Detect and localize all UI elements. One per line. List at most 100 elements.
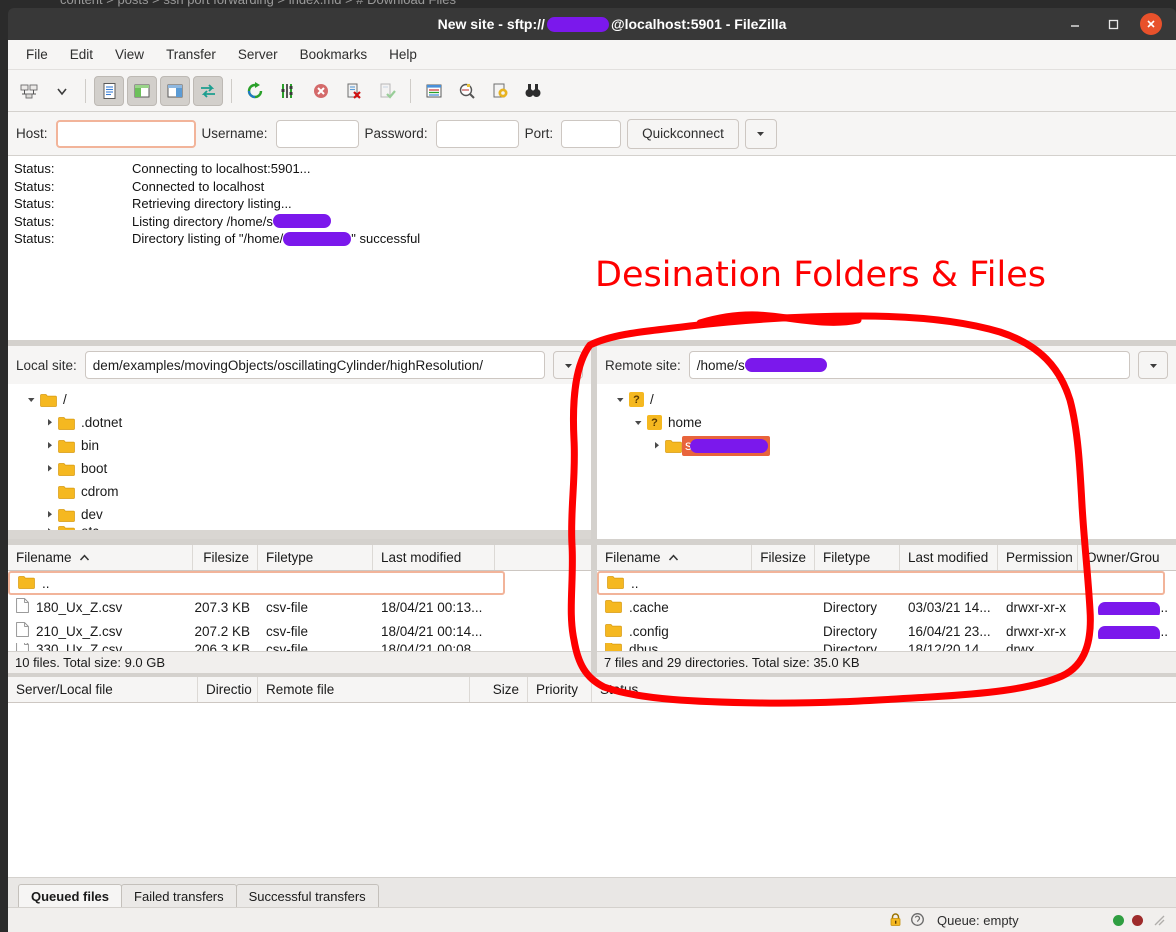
- chevron-right-icon[interactable]: [40, 510, 58, 519]
- menu-view[interactable]: View: [105, 43, 154, 66]
- local-tree-hscrollbar[interactable]: [8, 530, 591, 539]
- cell-text: dbus: [629, 643, 659, 651]
- chevron-down-icon[interactable]: [47, 76, 77, 106]
- cell-lastmodified: 18/04/21 00:08: [381, 643, 472, 651]
- list-item[interactable]: dbus Directory 18/12/20 14 drwx: [597, 643, 1176, 651]
- list-item[interactable]: ..: [8, 571, 505, 595]
- column-header-direction[interactable]: Directio: [198, 677, 258, 702]
- column-header-filesize[interactable]: Filesize: [193, 545, 258, 570]
- remote-path-input[interactable]: /home/s: [688, 351, 1130, 379]
- toggle-message-log-icon[interactable]: [94, 75, 124, 106]
- tab-successful-transfers[interactable]: Successful transfers: [235, 884, 379, 907]
- tree-item-dev[interactable]: dev: [8, 503, 591, 526]
- minimize-icon[interactable]: [1064, 13, 1086, 35]
- tree-item-cdrom[interactable]: cdrom: [8, 480, 591, 503]
- log-key: Status:: [14, 213, 55, 229]
- tree-item-remote-user[interactable]: s: [597, 434, 1176, 457]
- tab-failed-transfers[interactable]: Failed transfers: [121, 884, 237, 907]
- compare-directories-icon[interactable]: [452, 76, 482, 106]
- remote-list-body[interactable]: .. .cache Directory 03/03/21 14... drwxr…: [597, 571, 1176, 651]
- synchronized-browsing-icon[interactable]: [485, 76, 515, 106]
- cancel-icon[interactable]: [306, 76, 336, 106]
- password-input[interactable]: [435, 119, 519, 148]
- tree-item-root[interactable]: /: [8, 388, 591, 411]
- local-list-body[interactable]: .. 180_Ux_Z.csv 207.3 KB csv-file 18/04/…: [8, 571, 591, 651]
- remote-file-list[interactable]: Filename Filesize Filetype Last modified…: [597, 545, 1176, 673]
- chevron-down-icon[interactable]: [629, 418, 647, 427]
- tree-item-remote-home[interactable]: ? home: [597, 411, 1176, 434]
- column-header-filesize[interactable]: Filesize: [752, 545, 815, 570]
- port-input[interactable]: [561, 119, 622, 148]
- local-path-input[interactable]: dem/examples/movingObjects/oscillatingCy…: [84, 351, 545, 379]
- cell-filename: ..: [599, 575, 752, 592]
- column-header-status[interactable]: Status: [592, 677, 1176, 702]
- local-file-list[interactable]: Filename Filesize Filetype Last modified: [8, 545, 591, 673]
- tab-queued-files[interactable]: Queued files: [18, 884, 123, 907]
- column-header-priority[interactable]: Priority: [528, 677, 592, 702]
- remote-path-dropdown[interactable]: [1138, 351, 1168, 379]
- disconnect-icon[interactable]: [339, 76, 369, 106]
- list-item[interactable]: .config Directory 16/04/21 23... drwxr-x…: [597, 619, 1176, 643]
- screen: content > posts > ssh port forwarding > …: [0, 0, 1176, 932]
- redaction-owner: [1098, 625, 1160, 639]
- local-path-dropdown[interactable]: [553, 351, 583, 379]
- remote-directory-tree[interactable]: ? / ? home s: [597, 384, 1176, 539]
- search-remote-files-icon[interactable]: [518, 76, 548, 106]
- process-queue-icon[interactable]: [273, 76, 303, 106]
- tree-item-dotnet[interactable]: .dotnet: [8, 411, 591, 434]
- site-manager-icon[interactable]: [14, 76, 44, 106]
- host-input[interactable]: [55, 119, 196, 148]
- quickconnect-button[interactable]: Quickconnect: [627, 118, 739, 149]
- host-label: Host:: [16, 126, 48, 141]
- tree-item-boot[interactable]: boot: [8, 457, 591, 480]
- filter-icon[interactable]: [419, 76, 449, 106]
- column-header-size[interactable]: Size: [470, 677, 528, 702]
- list-item[interactable]: 180_Ux_Z.csv 207.3 KB csv-file 18/04/21 …: [8, 595, 591, 619]
- toggle-transfer-queue-icon[interactable]: [193, 75, 223, 106]
- tree-item-bin[interactable]: bin: [8, 434, 591, 457]
- remote-list-header: Filename Filesize Filetype Last modified…: [597, 545, 1176, 571]
- chevron-right-icon[interactable]: [647, 441, 665, 450]
- column-header-serverlocalfile[interactable]: Server/Local file: [8, 677, 198, 702]
- menu-bookmarks[interactable]: Bookmarks: [290, 43, 378, 66]
- menu-transfer[interactable]: Transfer: [156, 43, 226, 66]
- menu-edit[interactable]: Edit: [60, 43, 103, 66]
- certificate-icon[interactable]: [910, 912, 925, 930]
- local-directory-tree[interactable]: / .dotnet bin boot cdrom dev: [8, 384, 591, 539]
- queue-body[interactable]: [8, 703, 1176, 877]
- log-value: Connecting to localhost:5901...: [132, 161, 311, 176]
- column-header-owner[interactable]: Owner/Grou: [1078, 545, 1176, 570]
- maximize-icon[interactable]: [1102, 13, 1124, 35]
- menu-help[interactable]: Help: [379, 43, 427, 66]
- toggle-local-tree-icon[interactable]: [127, 75, 157, 106]
- list-item[interactable]: ..: [597, 571, 1165, 595]
- chevron-right-icon[interactable]: [40, 464, 58, 473]
- list-item[interactable]: 210_Ux_Z.csv 207.2 KB csv-file 18/04/21 …: [8, 619, 591, 643]
- chevron-right-icon[interactable]: [40, 441, 58, 450]
- toggle-remote-tree-icon[interactable]: [160, 75, 190, 106]
- menu-server[interactable]: Server: [228, 43, 288, 66]
- reconnect-icon[interactable]: [372, 76, 402, 106]
- chevron-down-icon[interactable]: [611, 395, 629, 404]
- column-header-lastmodified[interactable]: Last modified: [373, 545, 495, 570]
- chevron-right-icon[interactable]: [40, 418, 58, 427]
- refresh-icon[interactable]: [240, 76, 270, 106]
- close-icon[interactable]: [1140, 13, 1162, 35]
- tree-item-remote-root[interactable]: ? /: [597, 388, 1176, 411]
- list-item[interactable]: .cache Directory 03/03/21 14... drwxr-xr…: [597, 595, 1176, 619]
- column-header-filetype[interactable]: Filetype: [258, 545, 373, 570]
- column-header-filename[interactable]: Filename: [8, 545, 193, 570]
- column-header-remotefile[interactable]: Remote file: [258, 677, 470, 702]
- column-header-filetype[interactable]: Filetype: [815, 545, 900, 570]
- menu-file[interactable]: File: [16, 43, 58, 66]
- resize-grip-icon[interactable]: [1151, 912, 1166, 930]
- list-item[interactable]: 330_Ux_Z.csv 206.3 KB csv-file 18/04/21 …: [8, 643, 591, 651]
- transfer-queue[interactable]: Server/Local file Directio Remote file S…: [8, 677, 1176, 877]
- chevron-down-icon[interactable]: [22, 395, 40, 404]
- column-header-filename[interactable]: Filename: [597, 545, 752, 570]
- statusbar-indicators: [1113, 912, 1176, 930]
- column-header-lastmodified[interactable]: Last modified: [900, 545, 998, 570]
- column-header-permission[interactable]: Permission: [998, 545, 1078, 570]
- username-input[interactable]: [275, 119, 359, 148]
- quickconnect-history-dropdown[interactable]: [744, 118, 777, 149]
